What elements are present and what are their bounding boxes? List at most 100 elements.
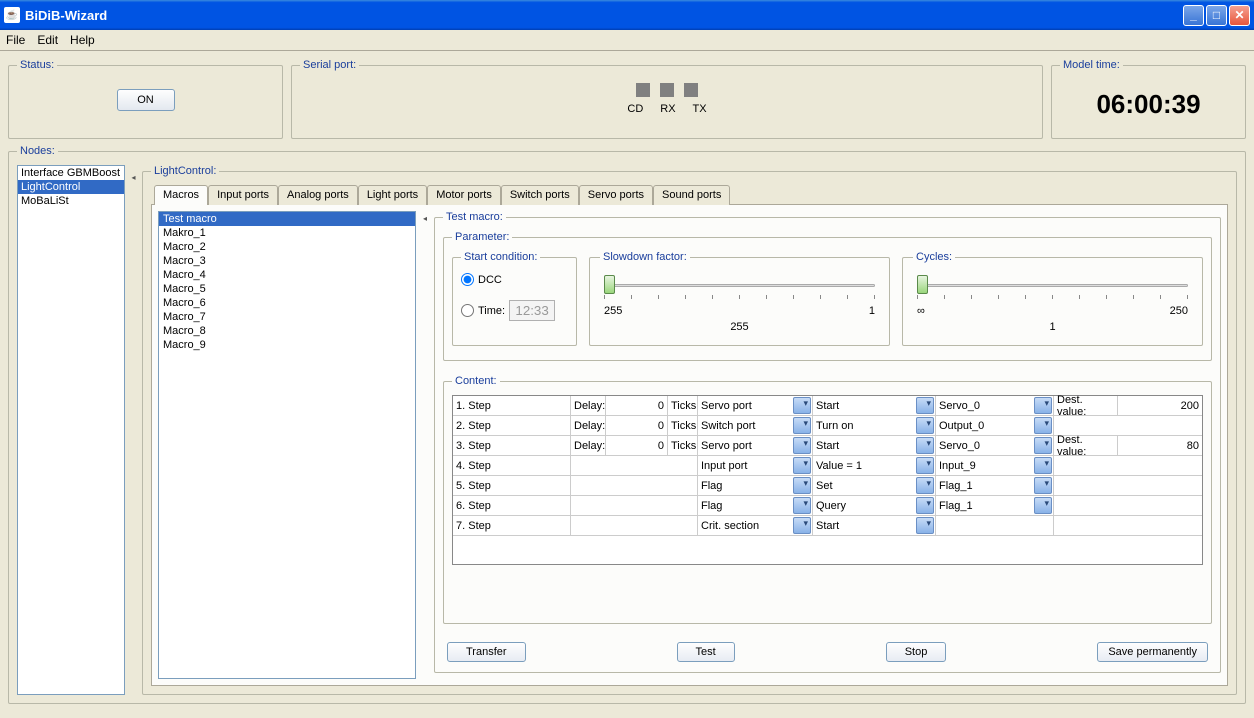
target-select[interactable]: Servo_0 xyxy=(936,396,1054,415)
status-legend: Status: xyxy=(17,59,57,71)
node-item[interactable]: MoBaLiSt xyxy=(18,194,124,208)
macro-item[interactable]: Test macro xyxy=(159,212,415,226)
target-select[interactable]: Input_9 xyxy=(936,456,1054,475)
app-icon: ☕ xyxy=(4,7,20,23)
clock-panel: Model time: 06:00:39 xyxy=(1051,59,1246,139)
step-cell: 3. Step xyxy=(453,436,571,455)
target-select[interactable]: Servo_0 xyxy=(936,436,1054,455)
tab[interactable]: Analog ports xyxy=(278,185,358,205)
clock-value: 06:00:39 xyxy=(1060,79,1237,130)
table-row: 3. StepDelay:0TicksServo portStartServo_… xyxy=(453,436,1202,456)
content-grid: 1. StepDelay:0TicksServo portStartServo_… xyxy=(452,395,1203,565)
slowdown-slider[interactable] xyxy=(604,275,615,294)
menu-edit[interactable]: Edit xyxy=(37,33,58,47)
window-title: BiDiB-Wizard xyxy=(25,8,1183,23)
step-cell: 6. Step xyxy=(453,496,571,515)
step-cell: 1. Step xyxy=(453,396,571,415)
parameter-legend: Parameter: xyxy=(452,231,512,243)
cycles-slider[interactable] xyxy=(917,275,928,294)
action-select[interactable]: Value = 1 xyxy=(813,456,936,475)
step-cell: 7. Step xyxy=(453,516,571,535)
target-select[interactable]: Flag_1 xyxy=(936,476,1054,495)
serial-tx-label: TX xyxy=(693,103,707,115)
macro-item[interactable]: Macro_9 xyxy=(159,338,415,352)
cycles-panel: Cycles: ∞250 1 xyxy=(902,251,1203,346)
macro-item[interactable]: Macro_7 xyxy=(159,310,415,324)
action-select[interactable]: Start xyxy=(813,516,936,535)
node-item[interactable]: LightControl xyxy=(18,180,124,194)
tab[interactable]: Light ports xyxy=(358,185,427,205)
macro-item[interactable]: Macro_4 xyxy=(159,268,415,282)
parameter-panel: Parameter: Start condition: DCC Time: xyxy=(443,231,1212,361)
tab[interactable]: Motor ports xyxy=(427,185,501,205)
action-select[interactable]: Start xyxy=(813,436,936,455)
target-select[interactable]: Flag_1 xyxy=(936,496,1054,515)
step-cell: 4. Step xyxy=(453,456,571,475)
macro-item[interactable]: Makro_1 xyxy=(159,226,415,240)
minimize-button[interactable]: _ xyxy=(1183,5,1204,26)
macro-list[interactable]: Test macroMakro_1Macro_2Macro_3Macro_4Ma… xyxy=(158,211,416,679)
menu-file[interactable]: File xyxy=(6,33,25,47)
type-select[interactable]: Crit. section xyxy=(698,516,813,535)
type-select[interactable]: Switch port xyxy=(698,416,813,435)
cycles-legend: Cycles: xyxy=(913,251,955,263)
transfer-button[interactable]: Transfer xyxy=(447,642,526,662)
radio-time[interactable]: Time: xyxy=(461,300,568,321)
maximize-button[interactable]: □ xyxy=(1206,5,1227,26)
nodes-panel: Nodes: Interface GBMBoostLightControlMoB… xyxy=(8,145,1246,704)
delay-input[interactable]: 0 xyxy=(606,436,668,455)
tab[interactable]: Servo ports xyxy=(579,185,653,205)
status-panel: Status: ON xyxy=(8,59,283,139)
nodes-legend: Nodes: xyxy=(17,145,58,157)
target-select[interactable]: Output_0 xyxy=(936,416,1054,435)
start-condition-panel: Start condition: DCC Time: xyxy=(452,251,577,346)
clock-legend: Model time: xyxy=(1060,59,1123,71)
radio-dcc[interactable]: DCC xyxy=(461,273,568,286)
stop-button[interactable]: Stop xyxy=(886,642,947,662)
delay-input[interactable]: 0 xyxy=(606,396,668,415)
tab[interactable]: Sound ports xyxy=(653,185,730,205)
macro-item[interactable]: Macro_2 xyxy=(159,240,415,254)
action-select[interactable]: Query xyxy=(813,496,936,515)
macro-item[interactable]: Macro_5 xyxy=(159,282,415,296)
serial-cd-label: CD xyxy=(627,103,643,115)
macro-item[interactable]: Macro_3 xyxy=(159,254,415,268)
menu-help[interactable]: Help xyxy=(70,33,95,47)
type-select[interactable]: Servo port xyxy=(698,436,813,455)
tab[interactable]: Input ports xyxy=(208,185,278,205)
node-list[interactable]: Interface GBMBoostLightControlMoBaLiSt xyxy=(17,165,125,695)
table-row: 6. Step FlagQueryFlag_1 xyxy=(453,496,1202,516)
macro-item[interactable]: Macro_8 xyxy=(159,324,415,338)
macro-detail-legend: Test macro: xyxy=(443,211,506,223)
action-select[interactable]: Set xyxy=(813,476,936,495)
serial-rx-led xyxy=(660,83,674,97)
menubar: File Edit Help xyxy=(0,30,1254,51)
status-on-button[interactable]: ON xyxy=(117,89,175,111)
serial-panel: Serial port: CD RX TX xyxy=(291,59,1043,139)
macro-item[interactable]: Macro_6 xyxy=(159,296,415,310)
action-select[interactable]: Start xyxy=(813,396,936,415)
dest-input[interactable]: 80 xyxy=(1118,436,1202,455)
splitter-nodes[interactable] xyxy=(131,165,136,695)
dest-input[interactable]: 200 xyxy=(1118,396,1202,415)
table-row: 7. Step Crit. sectionStart xyxy=(453,516,1202,536)
type-select[interactable]: Flag xyxy=(698,476,813,495)
test-button[interactable]: Test xyxy=(677,642,735,662)
tab[interactable]: Switch ports xyxy=(501,185,579,205)
tab[interactable]: Macros xyxy=(154,185,208,205)
tabs: MacrosInput portsAnalog portsLight ports… xyxy=(151,185,1228,205)
delay-input[interactable]: 0 xyxy=(606,416,668,435)
type-select[interactable]: Input port xyxy=(698,456,813,475)
close-button[interactable]: ✕ xyxy=(1229,5,1250,26)
serial-legend: Serial port: xyxy=(300,59,359,71)
table-row: 1. StepDelay:0TicksServo portStartServo_… xyxy=(453,396,1202,416)
type-select[interactable]: Flag xyxy=(698,496,813,515)
type-select[interactable]: Servo port xyxy=(698,396,813,415)
node-item[interactable]: Interface GBMBoost xyxy=(18,166,124,180)
table-row: 4. Step Input portValue = 1Input_9 xyxy=(453,456,1202,476)
splitter-macros[interactable] xyxy=(422,211,428,679)
content-legend: Content: xyxy=(452,375,500,387)
save-permanently-button[interactable]: Save permanently xyxy=(1097,642,1208,662)
action-select[interactable]: Turn on xyxy=(813,416,936,435)
titlebar: ☕ BiDiB-Wizard _ □ ✕ xyxy=(0,0,1254,30)
